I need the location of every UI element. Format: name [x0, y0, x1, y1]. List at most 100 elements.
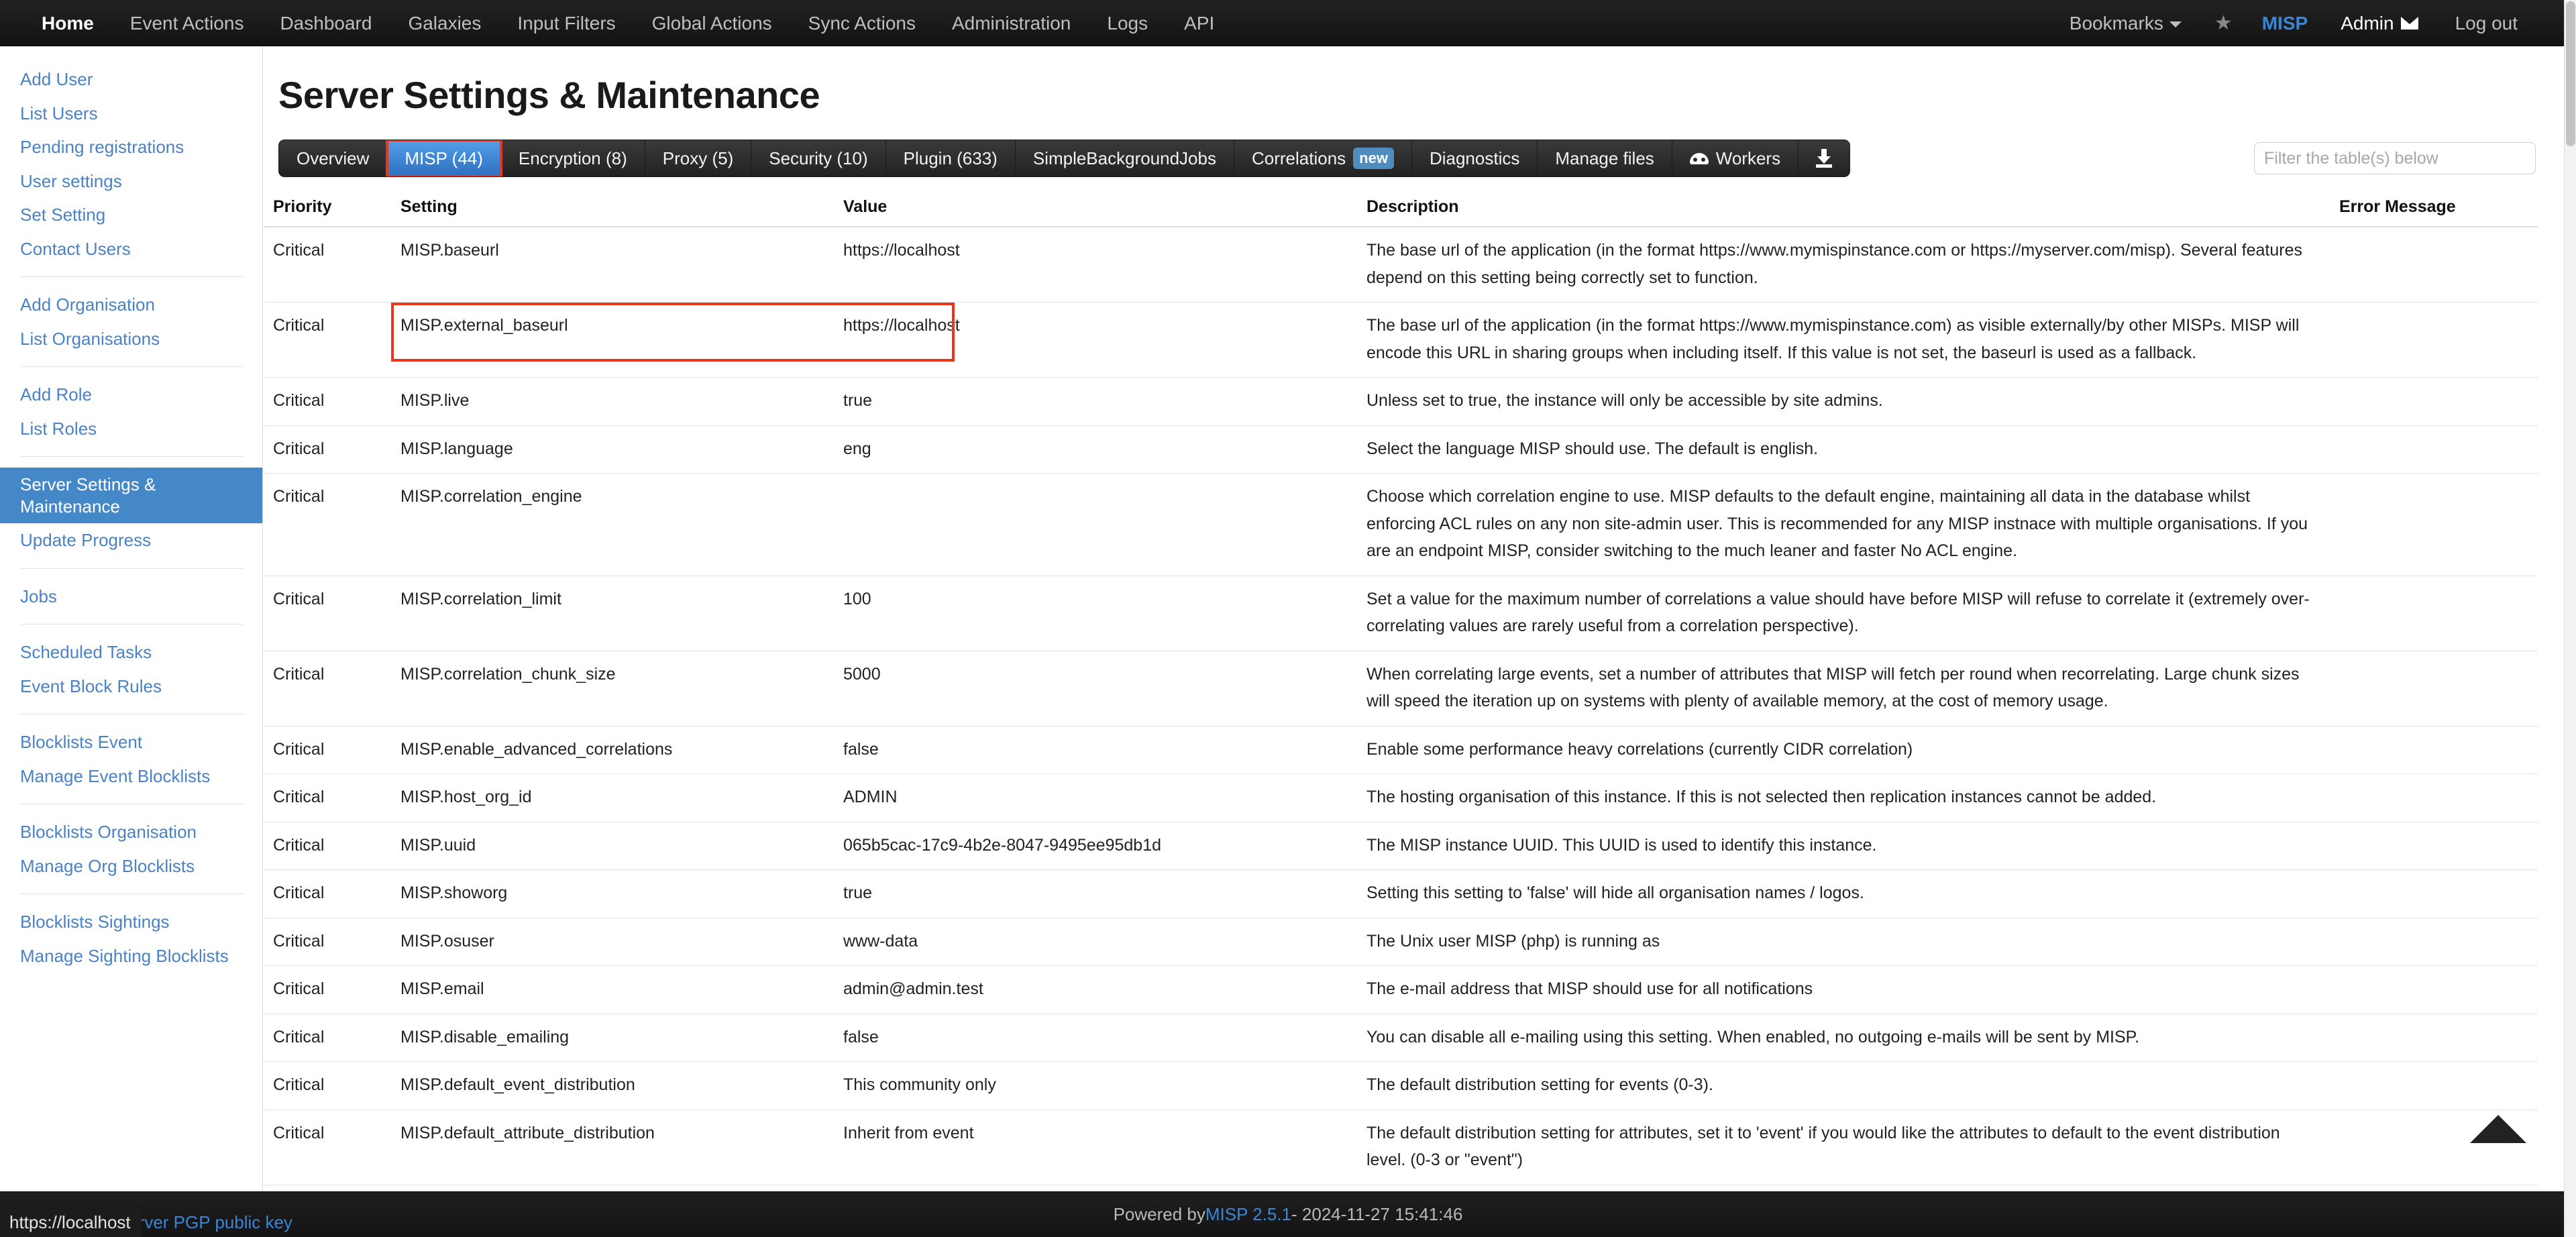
sidebar-item-event-block-rules[interactable]: Event Block Rules [0, 669, 262, 704]
filter-input[interactable] [2254, 142, 2536, 174]
sidebar-item-list-organisations[interactable]: List Organisations [0, 322, 262, 356]
nav-item-logs[interactable]: Logs [1089, 0, 1166, 46]
table-row[interactable]: Critical MISP.default_attribute_distribut… [264, 1110, 2538, 1185]
tab-workers[interactable]: Workers [1672, 140, 1799, 176]
cell-setting[interactable]: MISP.correlation_limit [391, 576, 834, 651]
cell-setting[interactable]: MISP.default_event_tag_collection [391, 1185, 834, 1191]
tab-correlations[interactable]: Correlations new [1234, 140, 1412, 176]
column-header-value[interactable]: Value [834, 193, 1357, 227]
table-row[interactable]: Critical MISP.host_org_id ADMIN The hosting… [264, 773, 2538, 822]
cell-setting[interactable]: MISP.email [391, 965, 834, 1014]
cell-value[interactable]: 100 [834, 576, 1357, 651]
cell-value[interactable]: admin@admin.test [834, 965, 1357, 1014]
sidebar-item-manage-event-blocklists[interactable]: Manage Event Blocklists [0, 759, 262, 794]
nav-item-galaxies[interactable]: Galaxies [390, 0, 499, 46]
sidebar-item-add-role[interactable]: Add Role [0, 378, 262, 412]
admin-user-link[interactable]: Admin [2322, 0, 2400, 46]
cell-setting[interactable]: MISP.external_baseurl [391, 302, 955, 378]
nav-item-administration[interactable]: Administration [934, 0, 1089, 46]
column-header-setting[interactable]: Setting [391, 193, 834, 227]
tab-manage-files[interactable]: Manage files [1538, 140, 1672, 176]
table-row[interactable]: Critical MISP.disable_emailing false You ca… [264, 1014, 2538, 1062]
table-row[interactable]: Critical MISP.osuser www-data The Unix user… [264, 918, 2538, 966]
sidebar-item-manage-org-blocklists[interactable]: Manage Org Blocklists [0, 849, 262, 883]
table-row[interactable]: Critical MISP.email admin@admin.test The e-… [264, 965, 2538, 1014]
tab-proxy-5[interactable]: Proxy (5) [645, 140, 752, 176]
sidebar-item-user-settings[interactable]: User settings [0, 164, 262, 199]
cell-value[interactable] [834, 473, 1357, 576]
sidebar-item-add-organisation[interactable]: Add Organisation [0, 288, 262, 322]
cell-value[interactable]: https://localhost [834, 227, 1357, 303]
nav-item-global-actions[interactable]: Global Actions [634, 0, 790, 46]
cell-value[interactable]: Inherit from event [834, 1110, 1357, 1185]
cell-value[interactable]: eng [834, 425, 1357, 474]
tab-simplebackgroundjobs[interactable]: SimpleBackgroundJobs [1016, 140, 1234, 176]
tab-plugin-633[interactable]: Plugin (633) [886, 140, 1016, 176]
page-scrollbar-thumb[interactable] [2566, 1, 2575, 146]
sidebar-item-set-setting[interactable]: Set Setting [0, 198, 262, 232]
sidebar-item-list-roles[interactable]: List Roles [0, 412, 262, 446]
cell-setting[interactable]: MISP.default_event_distribution [391, 1061, 834, 1110]
column-header-error-message[interactable]: Error Message [2330, 193, 2538, 227]
cell-setting[interactable]: MISP.enable_advanced_correlations [391, 726, 834, 774]
table-row[interactable]: Critical MISP.live true Unless set to true,… [264, 377, 2538, 426]
misp-version-link[interactable]: MISP 2.5.1 [1205, 1204, 1291, 1225]
cell-setting[interactable]: MISP.correlation_engine [391, 473, 834, 576]
logout-link[interactable]: Log out [2437, 0, 2536, 46]
sidebar-item-jobs[interactable]: Jobs [0, 580, 262, 614]
cell-setting[interactable]: MISP.osuser [391, 918, 834, 966]
table-row[interactable]: Critical MISP.correlation_limit 100 Set a v… [264, 576, 2538, 651]
sidebar-item-manage-sighting-blocklists[interactable]: Manage Sighting Blocklists [0, 939, 262, 973]
table-row[interactable]: Critical MISP.external_baseurl https://loc… [264, 302, 2538, 378]
page-scrollbar[interactable] [2564, 0, 2576, 1237]
nav-item-event-actions[interactable]: Event Actions [112, 0, 262, 46]
cell-value[interactable]: https://localhost [834, 302, 1357, 378]
cell-value[interactable]: false [834, 726, 1357, 774]
scroll-to-top-icon[interactable] [2470, 1115, 2526, 1143]
nav-item-input-filters[interactable]: Input Filters [499, 0, 633, 46]
cell-value[interactable]: 5000 [834, 651, 1357, 727]
cell-setting[interactable]: MISP.disable_emailing [391, 1014, 834, 1062]
table-row[interactable]: Critical MISP.showorg true Setting this set… [264, 869, 2538, 918]
table-row[interactable]: Critical MISP.baseurl https://localhost The… [264, 227, 2538, 303]
table-row[interactable]: Critical MISP.default_event_distribution T… [264, 1061, 2538, 1110]
sidebar-item-contact-users[interactable]: Contact Users [0, 232, 262, 266]
cell-value[interactable]: true [834, 869, 1357, 918]
cell-setting[interactable]: MISP.live [391, 377, 834, 426]
nav-item-home[interactable]: Home [23, 0, 112, 46]
star-icon[interactable]: ★ [2200, 0, 2247, 46]
nav-item-api[interactable]: API [1166, 0, 1232, 46]
sidebar-item-update-progress[interactable]: Update Progress [0, 523, 262, 557]
cell-setting[interactable]: MISP.correlation_chunk_size [391, 651, 834, 727]
tab-overview[interactable]: Overview [279, 140, 388, 176]
cell-value[interactable]: None [834, 1185, 1357, 1191]
envelope-icon[interactable] [2400, 16, 2418, 30]
table-row[interactable]: Critical MISP.correlation_engine Choose wh… [264, 473, 2538, 576]
cell-setting[interactable]: MISP.baseurl [391, 227, 834, 303]
column-header-description[interactable]: Description [1357, 193, 2330, 227]
table-row[interactable]: Critical MISP.language eng Select the langu… [264, 425, 2538, 474]
nav-item-dashboard[interactable]: Dashboard [262, 0, 390, 46]
sidebar-item-blocklists-organisation[interactable]: Blocklists Organisation [0, 815, 262, 849]
tab-diagnostics[interactable]: Diagnostics [1412, 140, 1538, 176]
table-row[interactable]: CriticalMISP.default_event_tag_collectio… [264, 1185, 2538, 1191]
table-row[interactable]: Critical MISP.enable_advanced_correlation… [264, 726, 2538, 774]
cell-setting[interactable]: MISP.language [391, 425, 834, 474]
tab-misp-44[interactable]: MISP (44) [386, 140, 502, 176]
sidebar-item-blocklists-event[interactable]: Blocklists Event [0, 725, 262, 759]
sidebar-item-blocklists-sightings[interactable]: Blocklists Sightings [0, 905, 262, 939]
sidebar-item-server-settings-maintenance[interactable]: Server Settings & Maintenance [0, 468, 262, 523]
sidebar-item-pending-registrations[interactable]: Pending registrations [0, 130, 262, 164]
cell-value[interactable]: This community only [834, 1061, 1357, 1110]
table-row[interactable]: Critical MISP.uuid 065b5cac-17c9-4b2e-8047… [264, 822, 2538, 870]
cell-value[interactable]: www-data [834, 918, 1357, 966]
cell-value[interactable]: false [834, 1014, 1357, 1062]
column-header-priority[interactable]: Priority [264, 193, 391, 227]
sidebar-item-list-users[interactable]: List Users [0, 97, 262, 131]
cell-setting[interactable]: MISP.showorg [391, 869, 834, 918]
cell-value[interactable]: true [834, 377, 1357, 426]
cell-value[interactable]: ADMIN [834, 773, 1357, 822]
bookmarks-menu[interactable]: Bookmarks [2051, 0, 2200, 46]
tab-security-10[interactable]: Security (10) [751, 140, 886, 176]
nav-item-sync-actions[interactable]: Sync Actions [790, 0, 934, 46]
